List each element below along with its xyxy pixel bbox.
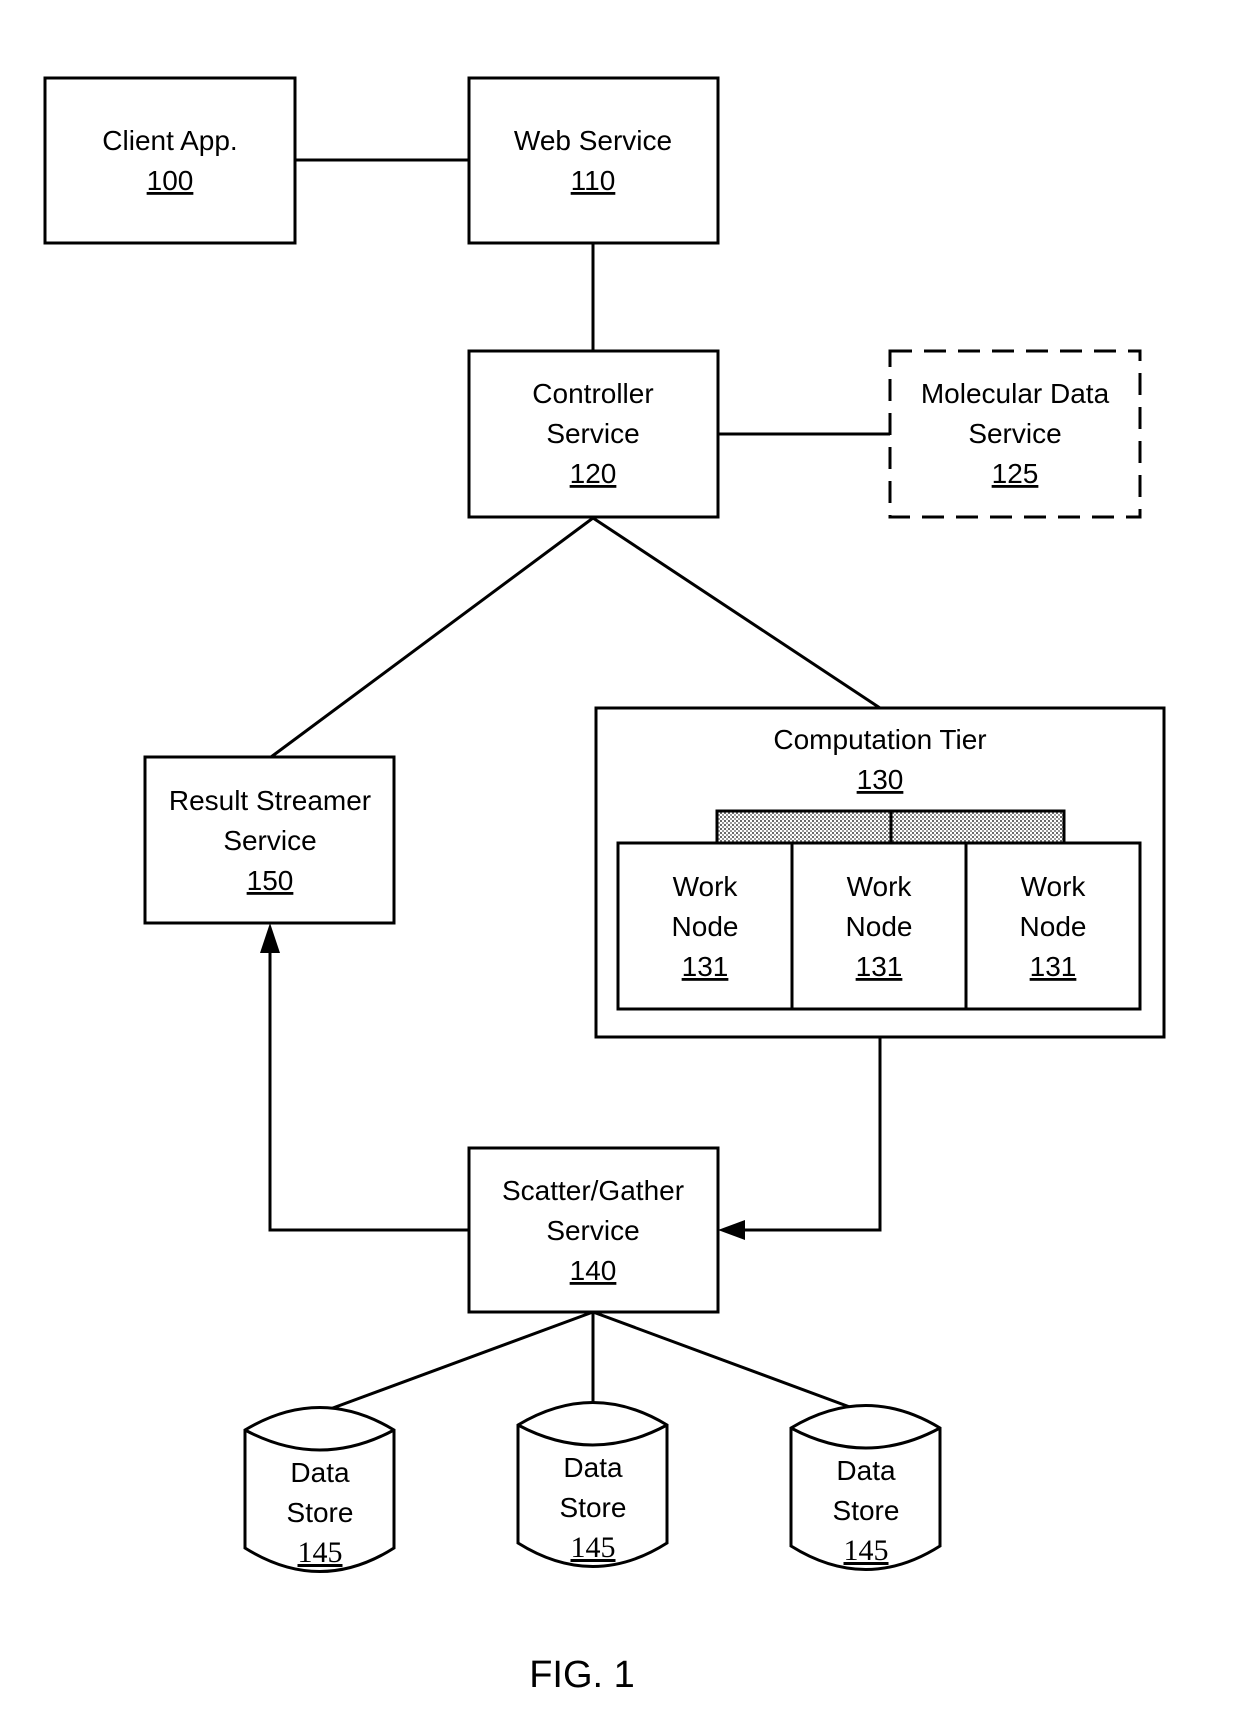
data-store-3-label-line1: Data <box>836 1455 896 1486</box>
molecular-data-service-label-line1: Molecular Data <box>921 378 1110 409</box>
client-app-box <box>43 76 297 245</box>
scatter-gather-service-ref: 140 <box>570 1255 617 1286</box>
scatter-gather-service-node[interactable]: Scatter/Gather Service 140 <box>467 1146 720 1314</box>
data-store-3[interactable]: Data Store 145 <box>789 1404 942 1571</box>
result-streamer-service-label-line2: Service <box>223 825 316 856</box>
arrowhead-into-result-streamer <box>260 923 280 953</box>
data-store-3-label-line2: Store <box>833 1495 900 1526</box>
edge-controller-computation <box>592 516 881 710</box>
edge-scatter-datastore-1 <box>321 1310 594 1414</box>
molecular-data-service-node[interactable]: Molecular Data Service 125 <box>888 349 1142 519</box>
data-store-2[interactable]: Data Store 145 <box>516 1401 669 1568</box>
web-service-node[interactable]: Web Service 110 <box>467 76 720 245</box>
result-streamer-service-ref: 150 <box>247 865 294 896</box>
work-node-3-ref: 131 <box>1030 951 1077 982</box>
client-app-node[interactable]: Client App. 100 <box>43 76 297 245</box>
data-store-1-label-line2: Store <box>287 1497 354 1528</box>
computation-tier-node[interactable]: Computation Tier 130 Work Node 131 Work … <box>594 706 1166 1039</box>
architecture-diagram: Client App. 100 Web Service 110 Controll… <box>43 76 1166 1696</box>
controller-service-label-line2: Service <box>546 418 639 449</box>
data-store-3-ref: 145 <box>844 1534 889 1567</box>
figure-caption: FIG. 1 <box>529 1654 635 1696</box>
work-node-3-label-line1: Work <box>1021 871 1087 902</box>
data-store-2-ref: 145 <box>571 1531 616 1564</box>
data-store-1[interactable]: Data Store 145 <box>243 1406 396 1573</box>
computation-tier-label: Computation Tier <box>773 724 986 755</box>
molecular-data-service-ref: 125 <box>992 458 1039 489</box>
controller-service-label-line1: Controller <box>532 378 653 409</box>
client-app-label: Client App. <box>102 125 237 156</box>
edge-computation-scatter <box>738 1037 882 1232</box>
work-node-3-label-line2: Node <box>1020 911 1087 942</box>
data-store-2-label-line1: Data <box>563 1452 623 1483</box>
arrowhead-into-scatter <box>718 1220 745 1240</box>
interconnect-bar <box>715 809 1066 845</box>
work-node-1-ref: 131 <box>682 951 729 982</box>
work-node-group: Work Node 131 Work Node 131 Work Node 13… <box>616 841 1142 1011</box>
work-node-2-label-line1: Work <box>847 871 913 902</box>
web-service-box <box>467 76 720 245</box>
computation-tier-ref: 130 <box>857 764 904 795</box>
web-service-ref: 110 <box>571 165 616 196</box>
scatter-gather-service-label-line1: Scatter/Gather <box>502 1175 684 1206</box>
data-store-1-label-line1: Data <box>290 1457 350 1488</box>
work-node-1-label-line2: Node <box>672 911 739 942</box>
web-service-label: Web Service <box>514 125 672 156</box>
work-node-2-ref: 131 <box>856 951 903 982</box>
interconnect-bar-right <box>889 809 1066 845</box>
work-node-2-label-line2: Node <box>846 911 913 942</box>
data-store-2-label-line2: Store <box>560 1492 627 1523</box>
data-store-1-ref: 145 <box>298 1536 343 1569</box>
edge-controller-result-streamer <box>270 516 594 759</box>
result-streamer-service-node[interactable]: Result Streamer Service 150 <box>143 755 396 925</box>
molecular-data-service-label-line2: Service <box>968 418 1061 449</box>
interconnect-bar-left <box>715 809 893 845</box>
client-app-ref: 100 <box>147 165 194 196</box>
controller-service-ref: 120 <box>570 458 617 489</box>
result-streamer-service-label-line1: Result Streamer <box>169 785 371 816</box>
scatter-gather-service-label-line2: Service <box>546 1215 639 1246</box>
controller-service-node[interactable]: Controller Service 120 <box>467 349 720 519</box>
edge-scatter-datastore-3 <box>592 1310 867 1415</box>
edge-scatter-result-streamer <box>268 945 469 1232</box>
work-node-1-label-line1: Work <box>673 871 739 902</box>
